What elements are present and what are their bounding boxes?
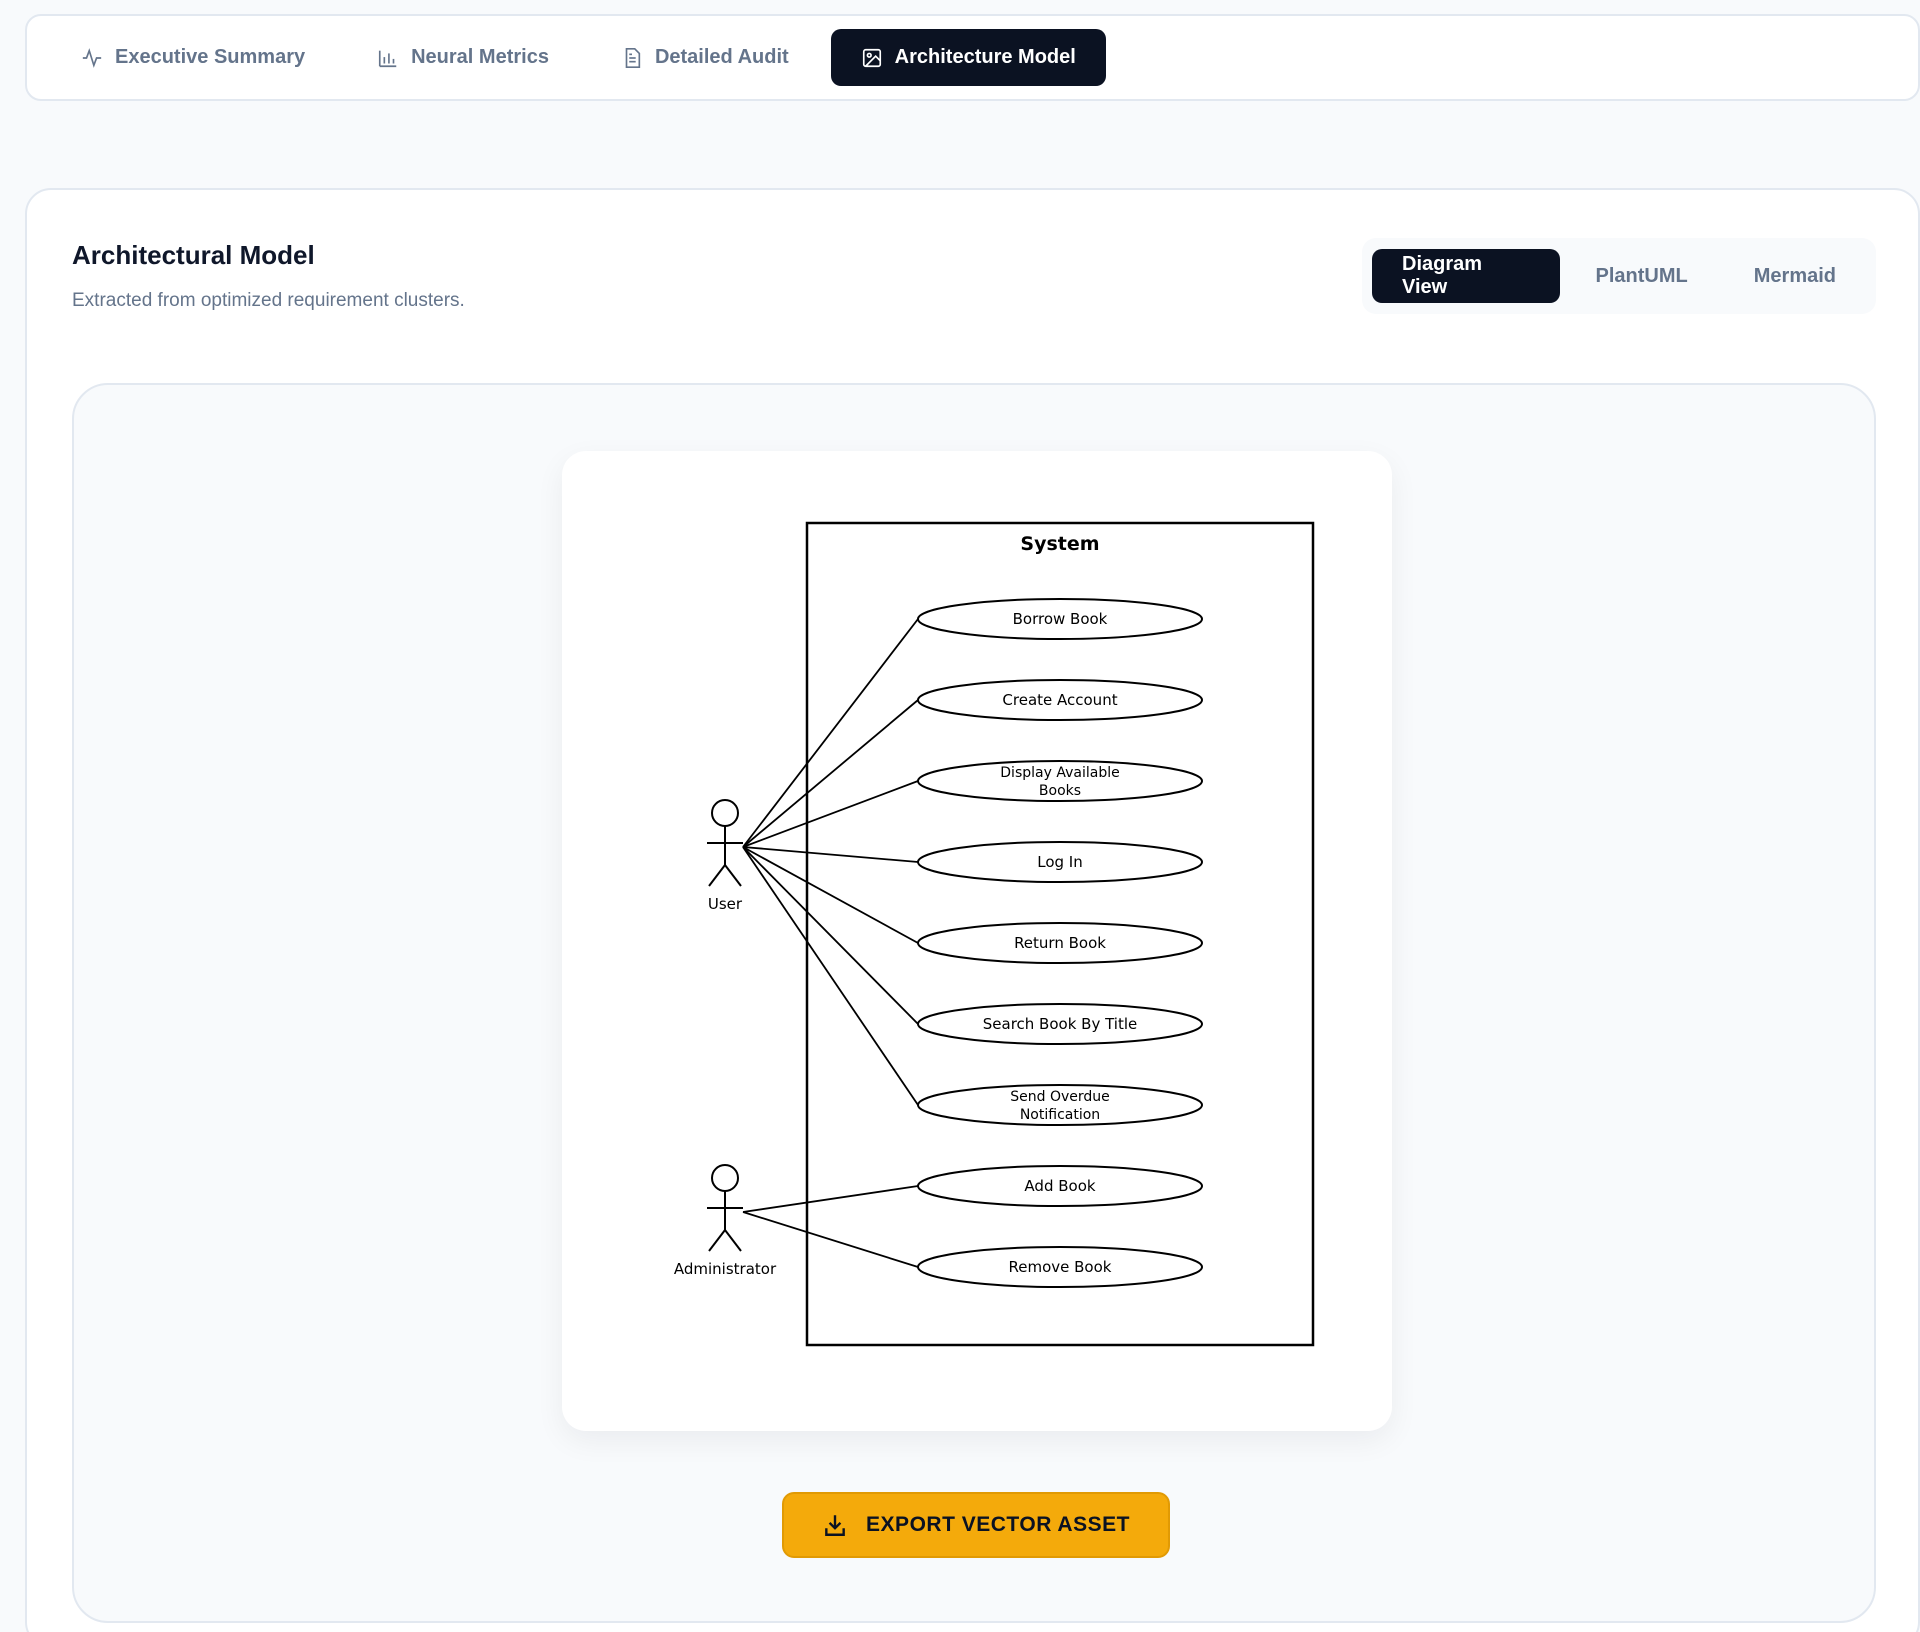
export-vector-asset-button[interactable]: EXPORT VECTOR ASSET — [782, 1492, 1170, 1558]
document-icon — [625, 47, 641, 68]
actor-leg — [724, 864, 742, 887]
use-case-diagram: System Borrow Book Create Account Display A… — [674, 521, 1315, 1347]
system-label: System — [1020, 533, 1099, 555]
diagram-canvas: System Borrow Book Create Account Display A… — [72, 383, 1876, 1623]
use-case-label: Notification — [1020, 1107, 1100, 1123]
actor-label: Administrator — [674, 1260, 777, 1278]
association-line — [742, 846, 919, 1106]
actor-label: User — [708, 895, 743, 913]
association-line — [742, 618, 919, 848]
actor-leg — [724, 1229, 742, 1252]
tab-executive-summary[interactable]: Executive Summary — [51, 29, 335, 86]
actor-head — [711, 1164, 739, 1192]
tab-architecture-model[interactable]: Architecture Model — [830, 29, 1106, 86]
use-case-label: Return Book — [1014, 934, 1106, 952]
association-line — [742, 1211, 919, 1268]
association-line — [742, 846, 919, 863]
actor-head — [711, 799, 739, 827]
mermaid-button[interactable]: Mermaid — [1724, 249, 1866, 303]
use-case-label: Display Available — [1000, 765, 1119, 781]
association-line — [742, 846, 919, 1025]
actor-leg — [708, 1229, 726, 1252]
export-label: EXPORT VECTOR ASSET — [866, 1513, 1130, 1536]
tab-neural-metrics[interactable]: Neural Metrics — [347, 29, 579, 86]
actor-leg — [708, 864, 726, 887]
use-case-label: Books — [1039, 783, 1081, 799]
use-case-label: Create Account — [1002, 691, 1117, 709]
tab-label: Architecture Model — [894, 46, 1076, 68]
association-line — [742, 846, 919, 944]
architectural-model-card: Architectural Model Extracted from optim… — [25, 188, 1920, 1632]
use-case-label: Search Book By Title — [983, 1015, 1137, 1033]
image-icon — [862, 48, 881, 67]
use-case-label: Borrow Book — [1013, 610, 1108, 628]
use-case-label: Remove Book — [1009, 1258, 1112, 1276]
download-icon — [825, 1515, 845, 1536]
bar-chart-icon — [379, 50, 397, 67]
tab-label: Detailed Audit — [654, 46, 789, 68]
tab-label: Neural Metrics — [411, 46, 549, 68]
use-case-label: Add Book — [1024, 1177, 1095, 1195]
view-switch: Diagram View PlantUML Mermaid — [1362, 238, 1876, 314]
activity-icon — [82, 47, 102, 68]
page-title: Architectural Model — [72, 240, 315, 270]
top-tab-bar: Executive Summary Neural Metrics Detaile… — [25, 14, 1920, 101]
tab-detailed-audit[interactable]: Detailed Audit — [591, 29, 819, 86]
page-subtitle: Extracted from optimized requirement clu… — [72, 290, 465, 311]
tab-label: Executive Summary — [115, 46, 306, 68]
diagram-view-button[interactable]: Diagram View — [1372, 249, 1560, 303]
association-line — [742, 1185, 919, 1213]
use-case-label: Log In — [1037, 853, 1083, 871]
use-case-label: Send Overdue — [1010, 1089, 1110, 1105]
association-line — [742, 699, 919, 848]
plantuml-button[interactable]: PlantUML — [1566, 249, 1718, 303]
diagram-card: System Borrow Book Create Account Display A… — [562, 451, 1392, 1431]
